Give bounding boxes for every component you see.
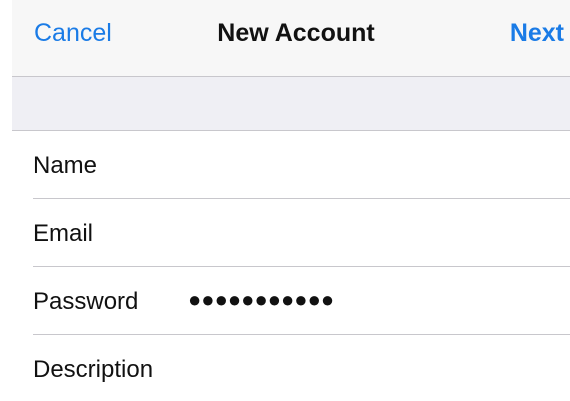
section-header-spacer bbox=[12, 77, 570, 131]
account-form: Name Email Password ●●●●●●●●●●● Descript… bbox=[12, 131, 570, 401]
description-row[interactable]: Description bbox=[12, 335, 570, 401]
password-field[interactable]: ●●●●●●●●●●● bbox=[188, 285, 334, 315]
next-button[interactable]: Next bbox=[510, 17, 564, 49]
name-row[interactable]: Name bbox=[12, 131, 570, 199]
page-title: New Account bbox=[217, 19, 375, 47]
navigation-bar: Cancel New Account Next bbox=[12, 0, 570, 77]
password-row[interactable]: Password ●●●●●●●●●●● bbox=[12, 267, 570, 335]
email-row[interactable]: Email bbox=[12, 199, 570, 267]
new-account-screen: Cancel New Account Next Name Email Passw… bbox=[0, 0, 570, 401]
password-label: Password bbox=[33, 288, 139, 315]
description-label: Description bbox=[33, 356, 154, 383]
name-label: Name bbox=[33, 152, 98, 179]
email-label: Email bbox=[33, 220, 94, 247]
